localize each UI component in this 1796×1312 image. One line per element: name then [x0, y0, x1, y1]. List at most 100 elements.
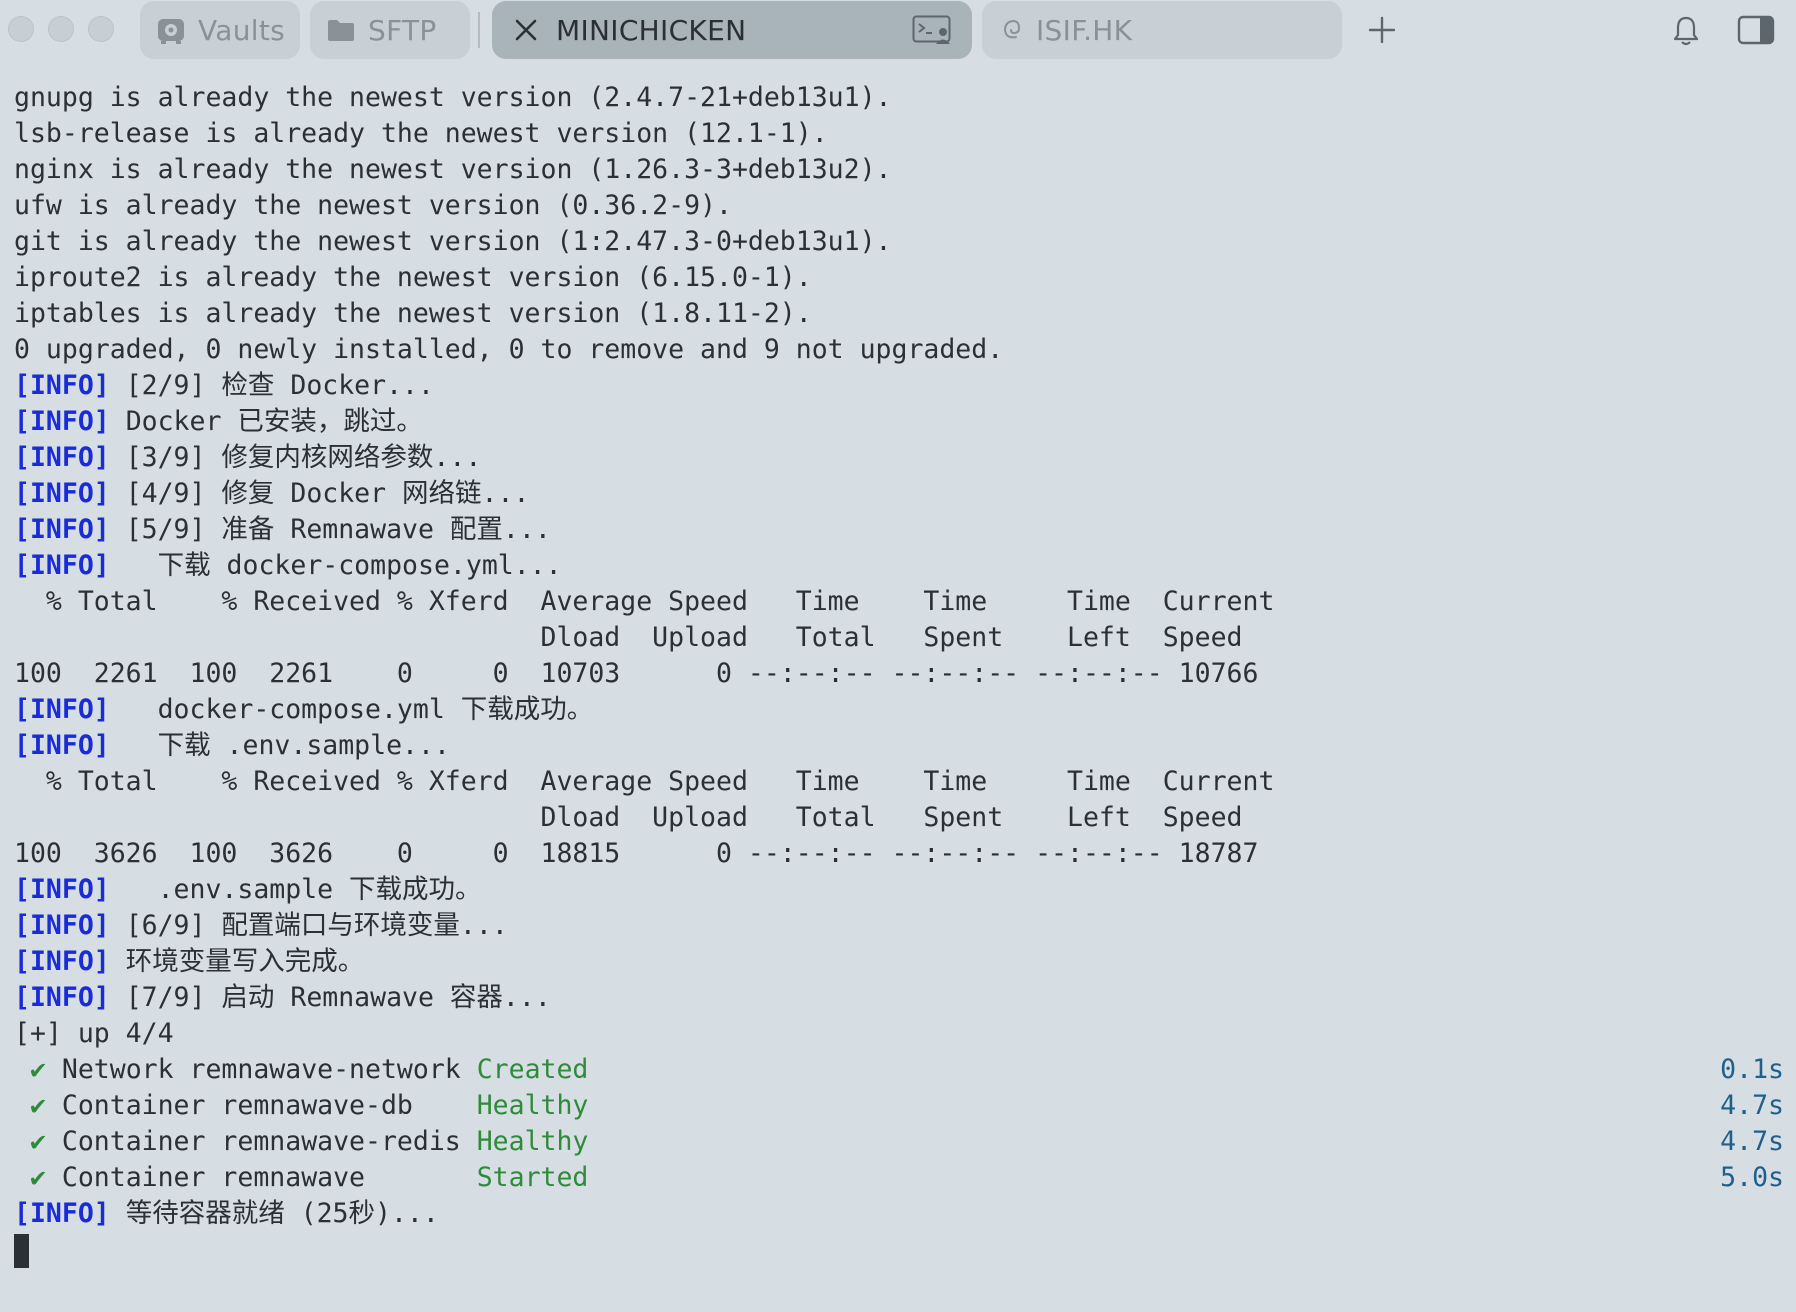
- terminal-line-text: [5/9] 准备 Remnawave 配置...: [109, 514, 551, 545]
- plus-icon: [1368, 16, 1396, 44]
- sidebar-toggle-icon: [1737, 15, 1775, 45]
- terminal-line-text: [3/9] 修复内核网络参数...: [109, 442, 482, 473]
- terminal-line-text: Dload Upload Total Spent Left Speed: [14, 802, 1243, 833]
- prompt-line: [14, 1232, 1784, 1268]
- terminal-line: [INFO] docker-compose.yml 下载成功。: [14, 692, 1784, 728]
- terminal-line-text: 下载 docker-compose.yml...: [109, 550, 562, 581]
- terminal-line-text: % Total % Received % Xferd Average Speed…: [14, 586, 1275, 617]
- terminal-line-text: 环境变量写入完成。: [109, 946, 365, 977]
- terminal-line: [INFO] .env.sample 下载成功。: [14, 872, 1784, 908]
- terminal-line-text: [+] up 4/4: [14, 1018, 174, 1049]
- terminal-line-text: [4/9] 修复 Docker 网络链...: [109, 478, 530, 509]
- terminal-line: git is already the newest version (1:2.4…: [14, 224, 1784, 260]
- info-tag: [INFO]: [14, 370, 110, 401]
- info-tag: [INFO]: [14, 910, 110, 941]
- terminal-line: [+] up 4/4: [14, 1016, 1784, 1052]
- tab-vaults-label: Vaults: [198, 13, 286, 47]
- terminal-line-text: [2/9] 检查 Docker...: [109, 370, 434, 401]
- terminal-line-text: iproute2 is already the newest version (…: [14, 262, 812, 293]
- terminal-line-text: gnupg is already the newest version (2.4…: [14, 82, 892, 113]
- info-tag: [INFO]: [14, 694, 110, 725]
- tab-minichicken-label: MINICHICKEN: [556, 13, 747, 47]
- tab-vaults[interactable]: Vaults: [140, 1, 300, 59]
- terminal-line-text: docker-compose.yml 下载成功。: [109, 694, 594, 725]
- debian-icon: [1000, 17, 1024, 43]
- terminal-host-icon[interactable]: [912, 15, 954, 52]
- terminal-line: ✔ Container remnawave-db Healthy 4.7s: [14, 1088, 1784, 1124]
- terminal-line: ✔ Container remnawave Started 5.0s: [14, 1160, 1784, 1196]
- tab-minichicken[interactable]: MINICHICKEN: [492, 1, 972, 59]
- terminal-line-text: 100 2261 100 2261 0 0 10703 0 --:--:-- -…: [14, 658, 1259, 689]
- info-tag: [INFO]: [14, 874, 110, 905]
- new-tab-button[interactable]: [1366, 14, 1398, 46]
- terminal-line: [INFO] [2/9] 检查 Docker...: [14, 368, 1784, 404]
- sidebar-toggle-button[interactable]: [1736, 14, 1776, 46]
- terminal-line: [INFO] 环境变量写入完成。: [14, 944, 1784, 980]
- terminal-line-text: 0 upgraded, 0 newly installed, 0 to remo…: [14, 334, 1004, 365]
- tab-sftp-label: SFTP: [368, 13, 437, 47]
- terminal-line: ✔ Network remnawave-network Created 0.1s: [14, 1052, 1784, 1088]
- terminal-line: [INFO] [3/9] 修复内核网络参数...: [14, 440, 1784, 476]
- terminal-line-text: iptables is already the newest version (…: [14, 298, 812, 329]
- tab-isif-hk[interactable]: ISIF.HK: [982, 1, 1342, 59]
- terminal-cursor: [14, 1233, 29, 1268]
- info-tag: [INFO]: [14, 730, 110, 761]
- window-close-button[interactable]: [8, 16, 34, 42]
- terminal-line-text: 下载 .env.sample...: [109, 730, 450, 761]
- tab-isif-hk-label: ISIF.HK: [1036, 13, 1133, 47]
- terminal-line-text: 100 3626 100 3626 0 0 18815 0 --:--:-- -…: [14, 838, 1259, 869]
- terminal-line: iproute2 is already the newest version (…: [14, 260, 1784, 296]
- terminal-line: [INFO] 等待容器就绪 (25秒)...: [14, 1196, 1784, 1232]
- terminal-line: 0 upgraded, 0 newly installed, 0 to remo…: [14, 332, 1784, 368]
- elapsed-time: 0.1s: [1720, 1054, 1784, 1085]
- terminal-line: gnupg is already the newest version (2.4…: [14, 80, 1784, 116]
- checkmark-icon: ✔: [14, 1162, 46, 1193]
- container-status: Healthy: [476, 1090, 589, 1121]
- terminal-line: [INFO] [6/9] 配置端口与环境变量...: [14, 908, 1784, 944]
- info-tag: [INFO]: [14, 406, 110, 437]
- tab-sftp[interactable]: SFTP: [310, 1, 470, 59]
- bell-icon: [1673, 16, 1699, 46]
- folder-icon: [326, 17, 356, 43]
- terminal-line: nginx is already the newest version (1.2…: [14, 152, 1784, 188]
- terminal-line-text: .env.sample 下载成功。: [109, 874, 482, 905]
- terminal-line: % Total % Received % Xferd Average Speed…: [14, 584, 1784, 620]
- terminal-line: Dload Upload Total Spent Left Speed: [14, 620, 1784, 656]
- notifications-button[interactable]: [1670, 14, 1702, 48]
- window-minimize-button[interactable]: [48, 16, 74, 42]
- terminal-line: [INFO] Docker 已安装，跳过。: [14, 404, 1784, 440]
- info-tag: [INFO]: [14, 946, 110, 977]
- terminal-line: lsb-release is already the newest versio…: [14, 116, 1784, 152]
- terminal-line: ufw is already the newest version (0.36.…: [14, 188, 1784, 224]
- checkmark-icon: ✔: [14, 1054, 46, 1085]
- vault-icon: [156, 16, 186, 44]
- terminal-line: 100 3626 100 3626 0 0 18815 0 --:--:-- -…: [14, 836, 1784, 872]
- terminal-line-text: lsb-release is already the newest versio…: [14, 118, 828, 149]
- terminal-line-text: 等待容器就绪 (25秒)...: [109, 1198, 439, 1229]
- terminal-line: ✔ Container remnawave-redis Healthy 4.7s: [14, 1124, 1784, 1160]
- info-tag: [INFO]: [14, 514, 110, 545]
- container-status: Started: [476, 1162, 589, 1193]
- terminal-line-text: Container remnawave-db: [45, 1090, 477, 1121]
- terminal-line-text: Docker 已安装，跳过。: [109, 406, 423, 437]
- terminal-line: [INFO] 下载 docker-compose.yml...: [14, 548, 1784, 584]
- terminal-line: [INFO] [5/9] 准备 Remnawave 配置...: [14, 512, 1784, 548]
- info-tag: [INFO]: [14, 550, 110, 581]
- checkmark-icon: ✔: [14, 1126, 46, 1157]
- terminal-output[interactable]: gnupg is already the newest version (2.4…: [14, 80, 1784, 1300]
- info-tag: [INFO]: [14, 442, 110, 473]
- info-tag: [INFO]: [14, 982, 110, 1013]
- terminal-line-text: % Total % Received % Xferd Average Speed…: [14, 766, 1275, 797]
- terminal-line-text: Container remnawave: [45, 1162, 477, 1193]
- terminal-line-text: Network remnawave-network: [45, 1054, 477, 1085]
- info-tag: [INFO]: [14, 478, 110, 509]
- terminal-line: Dload Upload Total Spent Left Speed: [14, 800, 1784, 836]
- close-icon[interactable]: [514, 18, 538, 42]
- terminal-line-text: Dload Upload Total Spent Left Speed: [14, 622, 1243, 653]
- terminal-line-text: nginx is already the newest version (1.2…: [14, 154, 892, 185]
- terminal-line: [INFO] [7/9] 启动 Remnawave 容器...: [14, 980, 1784, 1016]
- window-zoom-button[interactable]: [88, 16, 114, 42]
- elapsed-time: 4.7s: [1720, 1090, 1784, 1121]
- title-bar: Vaults SFTP MINICHICKEN ISIF.HK: [0, 0, 1796, 62]
- terminal-line: iptables is already the newest version (…: [14, 296, 1784, 332]
